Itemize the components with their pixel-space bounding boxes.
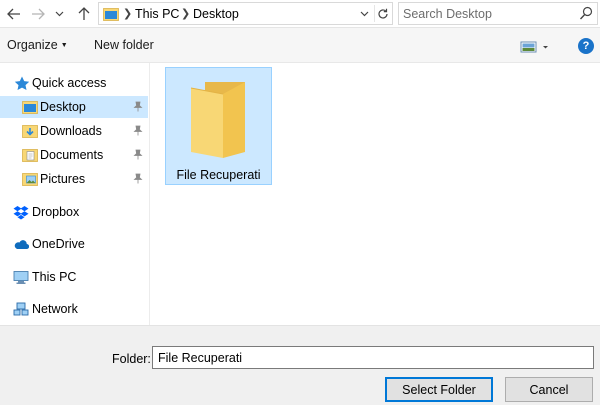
nav-item-this-pc[interactable]: This PC [0, 266, 148, 288]
pin-icon[interactable] [133, 125, 143, 136]
nav-label: OneDrive [32, 237, 85, 251]
up-button[interactable] [74, 4, 94, 24]
nav-item-downloads[interactable]: Downloads [0, 120, 148, 142]
search-icon [579, 6, 593, 20]
folder-icon [190, 82, 245, 158]
chevron-down-icon [55, 11, 63, 17]
back-button[interactable] [4, 4, 24, 24]
arrow-right-icon [32, 8, 45, 20]
folder-field-label: Folder: [112, 352, 151, 366]
folder-item-file-recuperati[interactable]: File Recuperati [165, 67, 272, 185]
content-pane[interactable]: File Recuperati [151, 63, 600, 325]
navigation-pane: Quick access Desktop Downloads Documents [0, 63, 150, 325]
folder-item-label: File Recuperati [176, 168, 261, 182]
view-options-button[interactable] [520, 40, 550, 54]
pin-icon[interactable] [133, 173, 143, 184]
crumb-separator-icon: ❯ [181, 8, 191, 20]
nav-label: Network [32, 302, 78, 316]
downloads-icon [22, 125, 38, 138]
nav-item-documents[interactable]: Documents [0, 144, 148, 166]
nav-item-quick-access[interactable]: Quick access [0, 72, 148, 94]
address-bar-row: ❯ This PC ❯ Desktop [0, 0, 600, 28]
nav-label: Desktop [40, 100, 86, 114]
nav-label: Documents [40, 148, 104, 162]
refresh-button[interactable] [374, 5, 391, 22]
nav-item-dropbox[interactable]: Dropbox [0, 201, 148, 223]
star-icon [14, 76, 30, 90]
folder-input[interactable] [152, 346, 594, 369]
nav-item-onedrive[interactable]: OneDrive [0, 233, 148, 255]
nav-item-desktop[interactable]: Desktop [0, 96, 148, 118]
nav-label: Quick access [32, 76, 107, 90]
search-box[interactable] [398, 2, 598, 25]
network-icon [13, 302, 29, 316]
nav-item-network[interactable]: Network [0, 298, 148, 320]
arrow-left-icon [7, 8, 20, 20]
help-button[interactable]: ? [578, 38, 594, 54]
nav-label: Dropbox [32, 205, 80, 219]
forward-button[interactable] [28, 4, 48, 24]
new-folder-button[interactable]: New folder [94, 38, 154, 52]
chevron-down-icon [360, 11, 368, 17]
computer-icon [13, 271, 29, 284]
address-box[interactable]: ❯ This PC ❯ Desktop [98, 2, 393, 25]
new-folder-label: New folder [94, 38, 154, 52]
nav-item-pictures[interactable]: Pictures [0, 168, 148, 190]
view-options-icon [520, 41, 548, 53]
pictures-icon [22, 173, 38, 186]
nav-label: Downloads [40, 124, 102, 138]
nav-label: Pictures [40, 172, 86, 186]
caret-down-icon: ▼ [60, 42, 68, 49]
command-toolbar: Organize ▼ New folder ? [0, 28, 600, 63]
documents-icon [22, 149, 38, 162]
pin-icon[interactable] [133, 101, 143, 112]
organize-button[interactable]: Organize ▼ [7, 38, 68, 52]
breadcrumb-this-pc[interactable]: This PC [135, 7, 179, 21]
select-folder-button[interactable]: Select Folder [385, 377, 493, 402]
dialog-footer: Folder: Select Folder Cancel [0, 325, 600, 405]
nav-label: This PC [32, 270, 77, 284]
dropbox-icon [13, 206, 29, 220]
organize-label: Organize [7, 38, 58, 52]
recent-locations-button[interactable] [52, 4, 66, 24]
address-dropdown-button[interactable] [357, 6, 371, 22]
cloud-icon [14, 240, 29, 250]
arrow-up-icon [78, 7, 90, 20]
crumb-separator-icon: ❯ [123, 8, 133, 20]
desktop-folder-icon [22, 101, 38, 114]
search-input[interactable] [403, 6, 573, 22]
refresh-icon [378, 8, 388, 19]
cancel-button[interactable]: Cancel [505, 377, 593, 402]
breadcrumb-desktop[interactable]: Desktop [193, 7, 239, 21]
desktop-folder-icon [103, 8, 119, 21]
pin-icon[interactable] [133, 149, 143, 160]
